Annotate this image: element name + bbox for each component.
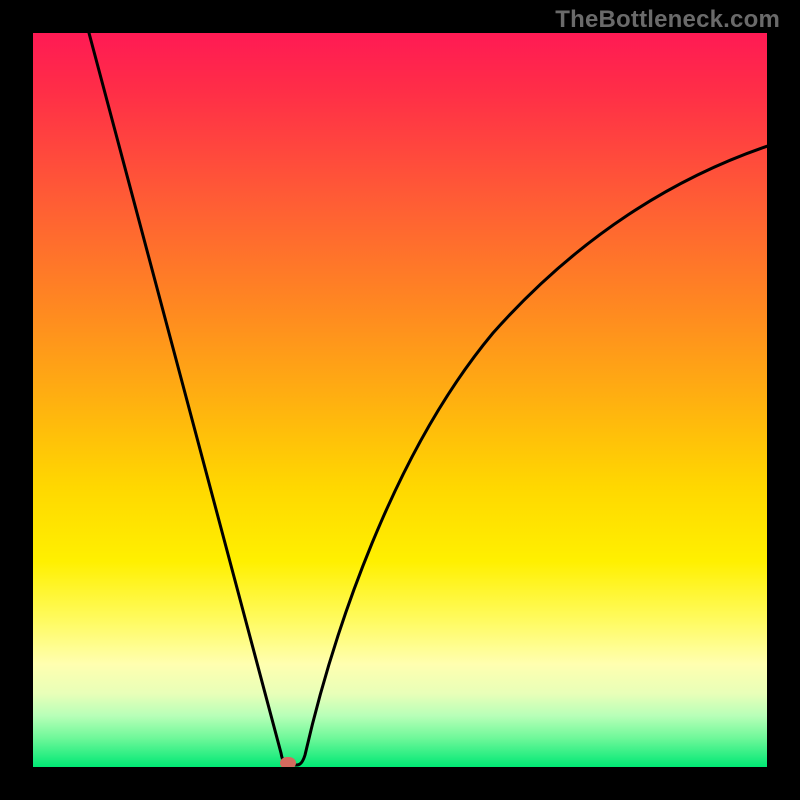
bottleneck-curve [33, 33, 767, 767]
watermark-text: TheBottleneck.com [555, 6, 780, 34]
chart-frame: TheBottleneck.com [0, 0, 800, 800]
minimum-marker [280, 757, 296, 767]
plot-area [33, 33, 767, 767]
